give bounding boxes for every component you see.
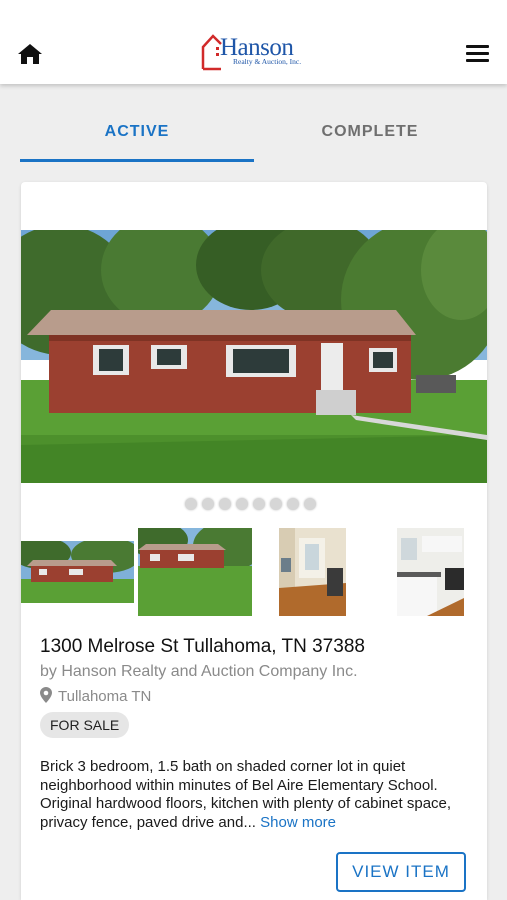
- photo-thumbnail[interactable]: [138, 528, 252, 616]
- menu-bar: [466, 45, 489, 48]
- description-text: Brick 3 bedroom, 1.5 bath on shaded corn…: [40, 758, 452, 831]
- hanson-logo[interactable]: Hanson Realty & Auction, Inc.: [199, 33, 311, 73]
- menu-bar: [466, 59, 489, 62]
- photo-thumbnail[interactable]: [397, 528, 464, 616]
- listing-company: by Hanson Realty and Auction Company Inc…: [40, 663, 358, 680]
- home-button[interactable]: [17, 42, 43, 66]
- main-photo[interactable]: [21, 230, 487, 483]
- home-icon: [18, 44, 42, 64]
- logo-subtext: Realty & Auction, Inc.: [233, 57, 302, 66]
- view-item-button[interactable]: VIEW ITEM: [336, 852, 466, 892]
- listing-card: 1300 Melrose St Tullahoma, TN 37388 by H…: [21, 182, 487, 900]
- pagination-dot[interactable]: [304, 498, 316, 510]
- pagination-dot[interactable]: [236, 498, 248, 510]
- photo-thumbnail[interactable]: [279, 528, 346, 616]
- show-more-link[interactable]: Show more: [260, 814, 336, 831]
- tab-active[interactable]: ACTIVE: [20, 112, 254, 162]
- pagination-dot[interactable]: [185, 498, 197, 510]
- app-header: Hanson Realty & Auction, Inc.: [0, 0, 507, 84]
- pagination-dot[interactable]: [270, 498, 282, 510]
- pagination-dot[interactable]: [202, 498, 214, 510]
- listing-location: Tullahoma TN: [40, 687, 151, 705]
- location-pin-icon: [40, 687, 52, 703]
- menu-button[interactable]: [466, 45, 490, 63]
- photo-thumbnail[interactable]: [21, 541, 134, 603]
- listing-description: Brick 3 bedroom, 1.5 bath on shaded corn…: [40, 758, 472, 832]
- tab-complete[interactable]: COMPLETE: [253, 112, 487, 162]
- pagination-dot[interactable]: [253, 498, 265, 510]
- status-badge: FOR SALE: [40, 712, 130, 738]
- tab-indicator: [20, 159, 254, 162]
- photo-pagination: [179, 494, 322, 514]
- location-text: Tullahoma TN: [58, 688, 152, 705]
- pagination-dot[interactable]: [287, 498, 299, 510]
- pagination-dot[interactable]: [219, 498, 231, 510]
- listing-address[interactable]: 1300 Melrose St Tullahoma, TN 37388: [40, 636, 365, 658]
- menu-bar: [466, 52, 489, 55]
